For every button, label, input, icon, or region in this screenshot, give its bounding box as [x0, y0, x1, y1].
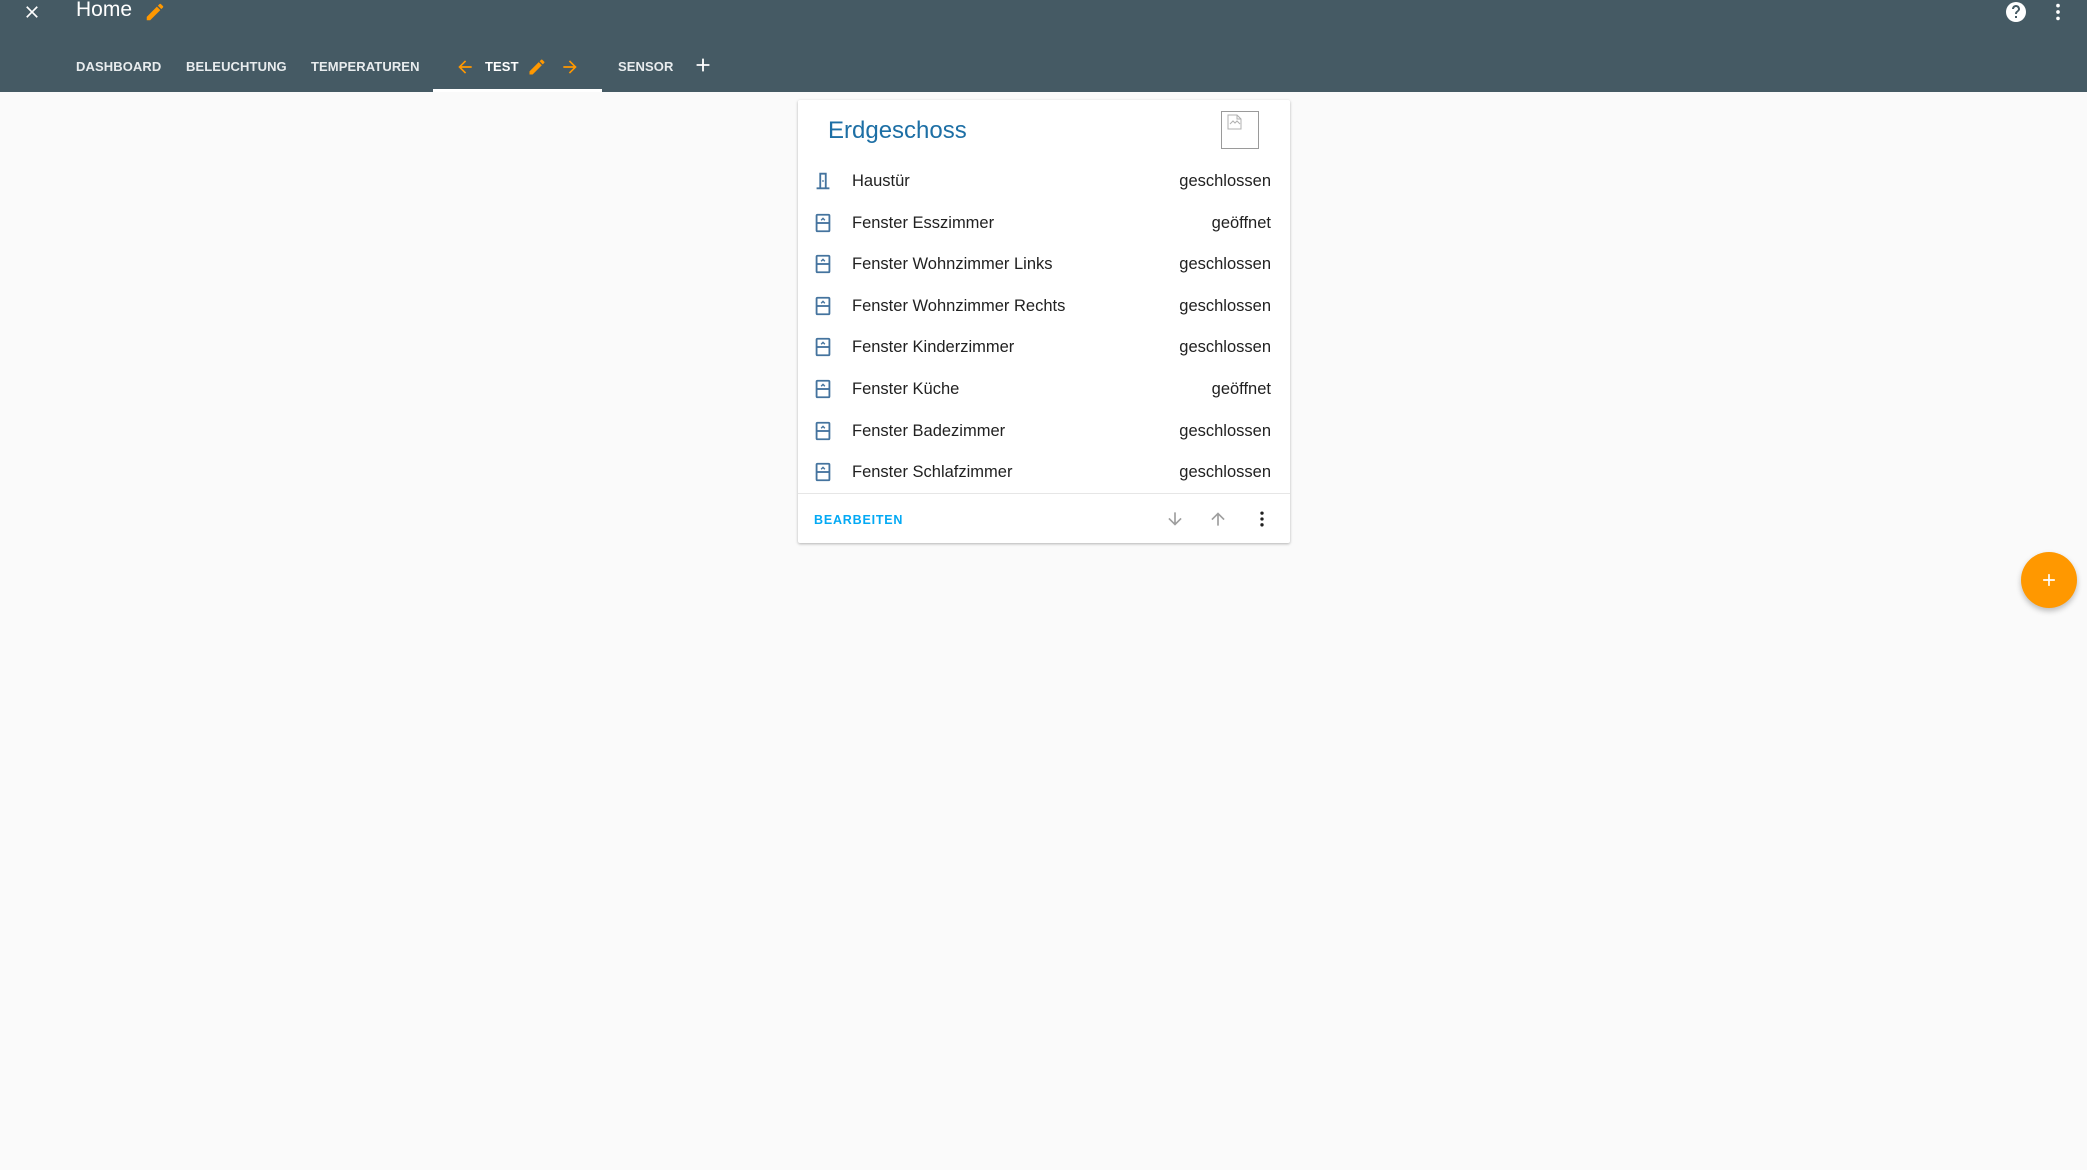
entity-state: geschlossen	[1179, 172, 1271, 190]
move-tab-right-button[interactable]	[558, 55, 582, 79]
tab-beleuchtung[interactable]: BELEUCHTUNG	[186, 58, 287, 76]
help-button[interactable]	[2000, 0, 2032, 24]
tab-test[interactable]: TEST	[485, 58, 519, 76]
entity-name: Fenster Badezimmer	[852, 422, 1006, 440]
add-card-button[interactable]	[2021, 552, 2077, 608]
entity-row[interactable]: Fenster Wohnzimmer Links geschlossen	[798, 243, 1290, 285]
plus-icon	[696, 58, 710, 72]
entity-row[interactable]: Fenster Wohnzimmer Rechts geschlossen	[798, 285, 1290, 327]
arrow-down-icon	[1168, 512, 1182, 526]
entity-state: geschlossen	[1179, 255, 1271, 273]
app-header: Home DASHBOARD BELEUCHTUNG TEMPERATUREN …	[0, 0, 2087, 92]
window-icon	[812, 336, 834, 358]
edit-card-button[interactable]: BEARBEITEN	[814, 512, 903, 528]
entity-row[interactable]: Fenster Schlafzimmer geschlossen	[798, 451, 1290, 493]
close-button[interactable]	[16, 0, 48, 24]
edit-tab-button[interactable]	[525, 55, 549, 79]
entity-row[interactable]: Fenster Badezimmer geschlossen	[798, 410, 1290, 452]
broken-image-icon	[1227, 114, 1242, 130]
pencil-icon	[146, 3, 164, 21]
edit-title-button[interactable]	[142, 0, 168, 24]
window-icon	[812, 461, 834, 483]
close-icon	[26, 6, 38, 18]
help-circle-icon	[2006, 2, 2026, 22]
entities-card: Erdgeschoss Haustür geschlossen Fenster Es…	[798, 100, 1290, 543]
entity-row[interactable]: Fenster Kinderzimmer geschlossen	[798, 326, 1290, 368]
window-icon	[812, 295, 834, 317]
entity-name: Fenster Wohnzimmer Links	[852, 255, 1053, 273]
window-icon	[812, 420, 834, 442]
arrow-right-icon	[563, 60, 577, 74]
plus-icon	[2043, 574, 2055, 586]
card-image	[1221, 111, 1259, 149]
entity-row[interactable]: Fenster Esszimmer geöffnet	[798, 202, 1290, 244]
entity-name: Fenster Esszimmer	[852, 214, 995, 232]
entity-row[interactable]: Fenster Küche geöffnet	[798, 368, 1290, 410]
entity-state: geschlossen	[1179, 422, 1271, 440]
entity-state: geöffnet	[1211, 214, 1271, 232]
move-card-down-button[interactable]	[1159, 503, 1191, 535]
window-icon	[812, 212, 834, 234]
entity-state: geschlossen	[1179, 297, 1271, 315]
pencil-icon	[529, 59, 545, 75]
card-options-button[interactable]	[1246, 503, 1278, 535]
add-tab-button[interactable]	[691, 53, 715, 77]
window-icon	[812, 378, 834, 400]
door-icon	[812, 170, 834, 192]
overflow-menu-button[interactable]	[2042, 0, 2074, 24]
card-divider	[798, 493, 1290, 494]
move-card-up-button[interactable]	[1202, 503, 1234, 535]
active-tab-indicator	[433, 89, 602, 92]
entity-name: Fenster Küche	[852, 380, 960, 398]
tab-temperaturen[interactable]: TEMPERATUREN	[311, 58, 420, 76]
entity-name: Fenster Wohnzimmer Rechts	[852, 297, 1066, 315]
dots-vertical-icon	[2056, 3, 2060, 21]
entity-name: Fenster Schlafzimmer	[852, 463, 1013, 481]
page-title: Home	[76, 0, 133, 21]
arrow-up-icon	[1211, 512, 1225, 526]
entity-state: geschlossen	[1179, 338, 1271, 356]
entity-name: Haustür	[852, 172, 910, 190]
tab-dashboard[interactable]: DASHBOARD	[76, 58, 161, 76]
dots-vertical-icon	[1260, 511, 1264, 527]
entity-state: geschlossen	[1179, 463, 1271, 481]
entity-state: geöffnet	[1211, 380, 1271, 398]
move-tab-left-button[interactable]	[453, 55, 477, 79]
tab-sensor[interactable]: SENSOR	[618, 58, 674, 76]
card-title: Erdgeschoss	[828, 117, 967, 144]
window-icon	[812, 253, 834, 275]
entity-name: Fenster Kinderzimmer	[852, 338, 1015, 356]
entity-row[interactable]: Haustür geschlossen	[798, 160, 1290, 202]
arrow-left-icon	[458, 60, 472, 74]
